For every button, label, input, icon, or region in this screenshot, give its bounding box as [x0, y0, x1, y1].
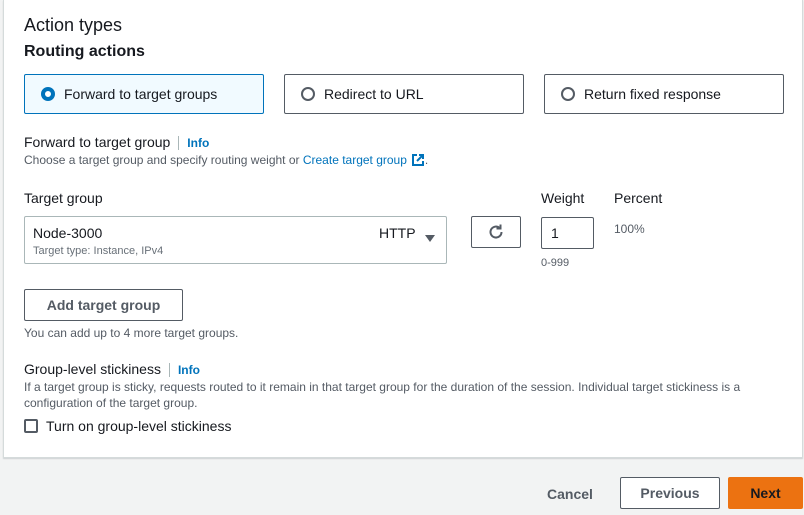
forward-header: Forward to target group Info: [24, 134, 210, 152]
target-group-column-label: Target group: [24, 190, 103, 206]
next-button[interactable]: Next: [728, 477, 803, 509]
target-group-select[interactable]: Node-3000 Target type: Instance, IPv4 HT…: [24, 216, 447, 264]
option-label: Return fixed response: [584, 86, 721, 102]
refresh-icon: [489, 224, 503, 239]
weight-hint: 0-999: [541, 257, 570, 269]
create-target-group-link[interactable]: Create target group: [303, 153, 407, 167]
radio-selected-icon[interactable]: [41, 87, 55, 101]
caret-down-icon: [425, 235, 435, 242]
forward-description-text: Choose a target group and specify routin…: [24, 153, 303, 167]
forward-to-target-groups-option[interactable]: Forward to target groups: [24, 74, 264, 114]
forward-info-link[interactable]: Info: [178, 136, 210, 150]
add-target-hint: You can add up to 4 more target groups.: [24, 326, 239, 340]
stickiness-checkbox-label[interactable]: Turn on group-level stickiness: [46, 418, 231, 434]
radio-unselected-icon[interactable]: [561, 87, 575, 101]
target-group-value: Node-3000: [33, 225, 103, 241]
stickiness-header: Group-level stickiness Info: [24, 361, 200, 379]
stickiness-checkbox[interactable]: [24, 419, 38, 433]
add-target-group-button[interactable]: Add target group: [24, 289, 183, 321]
action-types-panel: Action types Routing actions Forward to …: [3, 0, 803, 458]
return-fixed-response-option[interactable]: Return fixed response: [544, 74, 784, 114]
cancel-button[interactable]: Cancel: [547, 486, 593, 502]
option-label: Forward to target groups: [64, 86, 218, 102]
stickiness-label: Group-level stickiness: [24, 361, 161, 377]
refresh-button[interactable]: [471, 216, 521, 248]
stickiness-description: If a target group is sticky, requests ro…: [24, 380, 741, 410]
redirect-to-url-option[interactable]: Redirect to URL: [284, 74, 524, 114]
previous-button[interactable]: Previous: [620, 477, 720, 509]
percent-value: 100%: [614, 222, 645, 236]
routing-actions-heading: Routing actions: [24, 43, 145, 60]
percent-column-label: Percent: [614, 190, 663, 206]
forward-description: Choose a target group and specify routin…: [24, 152, 428, 168]
option-label: Redirect to URL: [324, 86, 424, 102]
forward-description-suffix: .: [424, 153, 429, 167]
radio-unselected-icon[interactable]: [301, 87, 315, 101]
forward-label: Forward to target group: [24, 134, 171, 150]
section-title: Action types: [24, 15, 123, 35]
stickiness-info-link[interactable]: Info: [168, 363, 200, 377]
weight-column-label: Weight: [541, 190, 585, 206]
external-link-icon[interactable]: [411, 153, 425, 167]
weight-input[interactable]: [541, 217, 594, 249]
target-group-protocol: HTTP: [379, 225, 416, 241]
target-group-type: Target type: Instance, IPv4: [33, 245, 164, 257]
